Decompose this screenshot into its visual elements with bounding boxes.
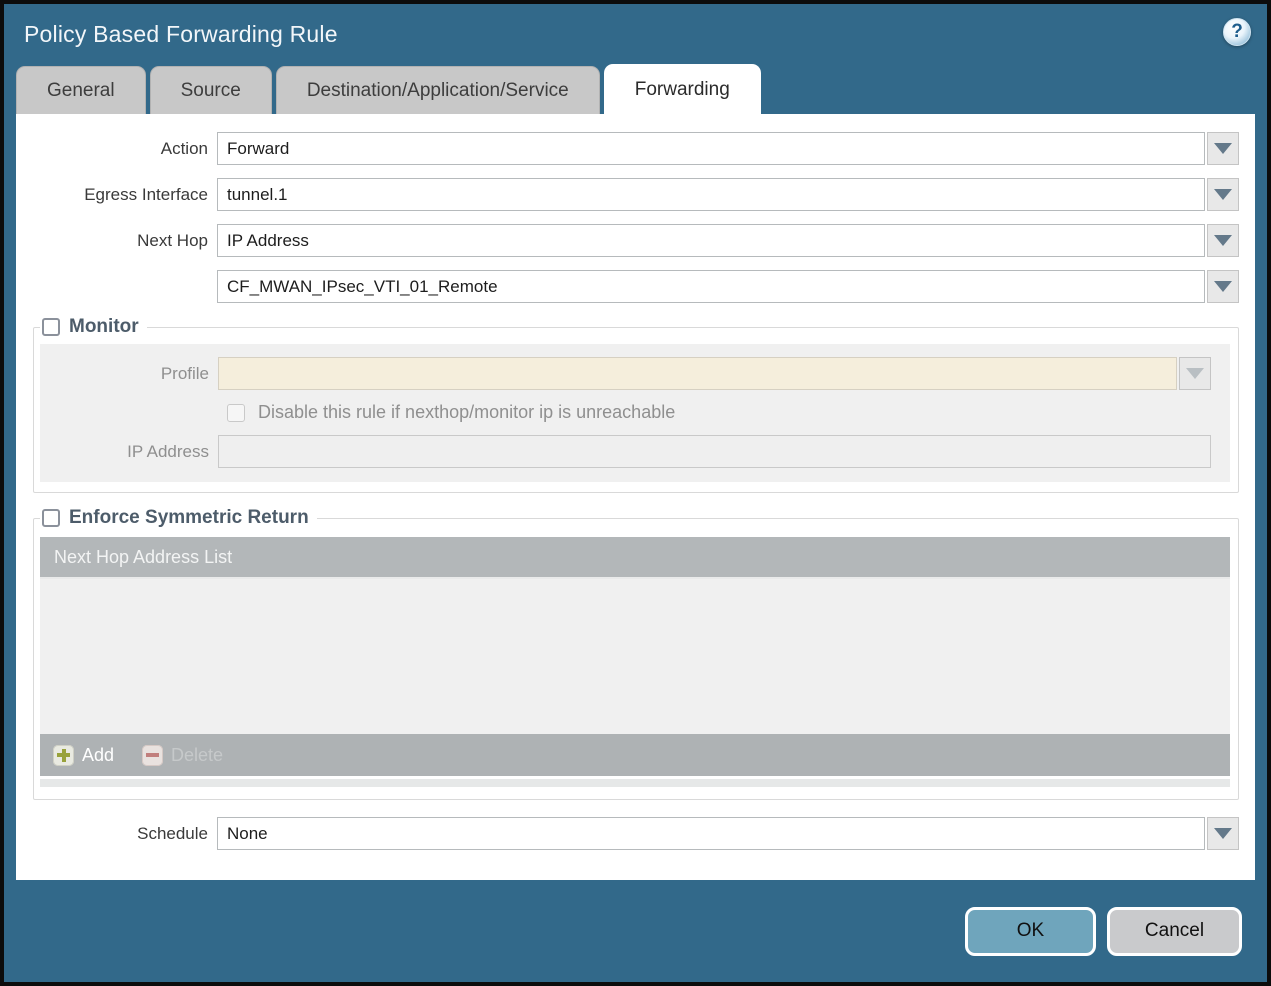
profile-label: Profile bbox=[160, 363, 209, 383]
tab-source[interactable]: Source bbox=[149, 66, 272, 114]
profile-input bbox=[218, 357, 1177, 390]
tab-bar: General Source Destination/Application/S… bbox=[4, 64, 1267, 114]
next-hop-address-dropdown-button[interactable] bbox=[1207, 270, 1239, 303]
next-hop-type-input[interactable]: IP Address bbox=[217, 224, 1205, 257]
forwarding-tab-panel: Action Forward Egress Interface tunnel.1… bbox=[16, 114, 1255, 880]
action-dropdown-button[interactable] bbox=[1207, 132, 1239, 165]
chevron-down-icon bbox=[1186, 368, 1204, 379]
enforce-legend: Enforce Symmetric Return bbox=[40, 507, 317, 529]
monitor-legend: Monitor bbox=[40, 316, 147, 338]
action-row: Action Forward bbox=[16, 132, 1239, 165]
chevron-down-icon bbox=[1214, 281, 1232, 292]
action-label: Action bbox=[160, 138, 208, 158]
schedule-input[interactable]: None bbox=[217, 817, 1205, 850]
profile-dropdown-button bbox=[1179, 357, 1211, 390]
profile-row: Profile bbox=[40, 357, 1211, 390]
next-hop-address-list-table: Next Hop Address List Add Delete bbox=[40, 537, 1230, 787]
add-button[interactable]: Add bbox=[53, 744, 115, 766]
next-hop-dropdown-button[interactable] bbox=[1207, 224, 1239, 257]
enforce-symmetric-return-fieldset: Enforce Symmetric Return Next Hop Addres… bbox=[33, 507, 1239, 800]
next-hop-address-input[interactable]: CF_MWAN_IPsec_VTI_01_Remote bbox=[217, 270, 1205, 303]
enforce-symmetric-return-checkbox[interactable] bbox=[42, 509, 60, 527]
next-hop-row: Next Hop IP Address bbox=[16, 224, 1239, 257]
egress-interface-dropdown-button[interactable] bbox=[1207, 178, 1239, 211]
ok-button[interactable]: OK bbox=[965, 906, 1096, 956]
monitor-panel: Profile Disable this rule if nexthop/mon… bbox=[40, 344, 1230, 482]
plus-icon bbox=[53, 744, 74, 766]
cancel-button[interactable]: Cancel bbox=[1107, 906, 1242, 956]
table-header-next-hop-address-list: Next Hop Address List bbox=[40, 537, 1230, 579]
tab-general[interactable]: General bbox=[16, 66, 146, 114]
dialog-title: Policy Based Forwarding Rule bbox=[24, 20, 338, 47]
egress-interface-input[interactable]: tunnel.1 bbox=[217, 178, 1205, 211]
monitor-fieldset: Monitor Profile Disable this rule if nex… bbox=[33, 316, 1239, 493]
schedule-row: Schedule None bbox=[16, 817, 1239, 850]
egress-interface-row: Egress Interface tunnel.1 bbox=[16, 178, 1239, 211]
schedule-dropdown-button[interactable] bbox=[1207, 817, 1239, 850]
horizontal-scrollbar[interactable] bbox=[40, 779, 1230, 787]
tab-forwarding[interactable]: Forwarding bbox=[603, 64, 761, 114]
delete-button-label: Delete bbox=[171, 744, 224, 765]
next-hop-label: Next Hop bbox=[137, 230, 208, 250]
schedule-label: Schedule bbox=[137, 823, 208, 843]
pbf-rule-dialog: Policy Based Forwarding Rule ? General S… bbox=[0, 0, 1271, 986]
table-footer: Add Delete bbox=[40, 734, 1230, 776]
monitor-ip-input bbox=[218, 435, 1211, 468]
dialog-button-bar: OK Cancel bbox=[4, 880, 1267, 982]
disable-rule-label: Disable this rule if nexthop/monitor ip … bbox=[258, 402, 676, 422]
next-hop-address-row: CF_MWAN_IPsec_VTI_01_Remote bbox=[16, 270, 1239, 303]
chevron-down-icon bbox=[1214, 189, 1232, 200]
monitor-checkbox[interactable] bbox=[42, 318, 60, 336]
monitor-legend-label: Monitor bbox=[69, 316, 139, 337]
egress-interface-label: Egress Interface bbox=[84, 184, 208, 204]
add-button-label: Add bbox=[82, 744, 115, 765]
action-input[interactable]: Forward bbox=[217, 132, 1205, 165]
chevron-down-icon bbox=[1214, 828, 1232, 839]
enforce-legend-label: Enforce Symmetric Return bbox=[69, 507, 309, 528]
delete-button: Delete bbox=[142, 744, 224, 766]
minus-icon bbox=[142, 744, 164, 766]
chevron-down-icon bbox=[1214, 235, 1232, 246]
titlebar: Policy Based Forwarding Rule ? bbox=[4, 4, 1267, 64]
help-icon[interactable]: ? bbox=[1223, 18, 1251, 46]
monitor-ip-row: IP Address bbox=[40, 435, 1211, 468]
tab-destination-application-service[interactable]: Destination/Application/Service bbox=[275, 66, 600, 114]
disable-rule-row: Disable this rule if nexthop/monitor ip … bbox=[227, 402, 1227, 423]
table-body-empty[interactable] bbox=[40, 579, 1230, 734]
disable-rule-checkbox bbox=[227, 403, 245, 422]
chevron-down-icon bbox=[1214, 143, 1232, 154]
monitor-ip-label: IP Address bbox=[127, 441, 209, 461]
